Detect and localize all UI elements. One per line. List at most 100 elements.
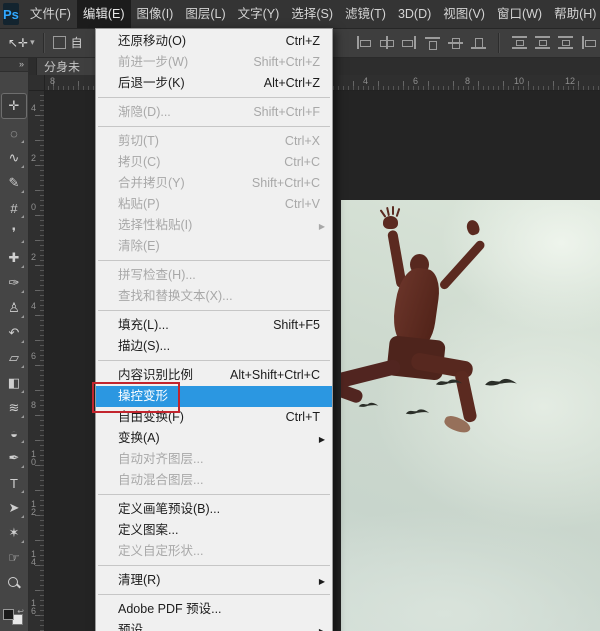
align-top-edges-icon[interactable] — [425, 36, 440, 49]
menu-item-fill[interactable]: 填充(L)...Shift+F5 — [96, 315, 332, 336]
ruler-number: 4 — [29, 302, 38, 310]
menu-item-auto-blend-layers[interactable]: 自动混合图层... — [96, 470, 332, 491]
person-silhouette — [396, 208, 401, 217]
ruler-number: 2 — [29, 253, 38, 261]
color-swatches[interactable]: ↩ — [3, 609, 23, 625]
menu-item-paste-special[interactable]: 选择性粘贴(I)▶ — [96, 215, 332, 236]
menubar-item-image[interactable]: 图像(I) — [131, 0, 180, 28]
photoshop-logo: Ps — [3, 3, 19, 25]
type-tool[interactable]: T — [3, 472, 25, 494]
crop-tool[interactable]: # — [3, 197, 25, 219]
chevron-down-icon[interactable]: ▾ — [30, 37, 35, 48]
history-brush-tool-icon: ↶ — [9, 325, 20, 341]
bird-silhouette — [484, 375, 518, 390]
history-brush-tool[interactable]: ↶ — [3, 322, 25, 344]
ruler-number: 10 — [514, 76, 524, 86]
menubar-item-view[interactable]: 视图(V) — [437, 0, 491, 28]
marquee-tool[interactable]: ◌ — [3, 122, 25, 144]
menu-item-find-replace-text[interactable]: 查找和替换文本(X)... — [96, 286, 332, 307]
healing-brush-tool[interactable]: ✚ — [3, 247, 25, 269]
align-bottom-edges-icon[interactable] — [471, 36, 486, 49]
ruler-number: 12 — [565, 76, 575, 86]
submenu-arrow-icon: ▶ — [319, 216, 325, 237]
dodge-tool-icon: ◒ — [10, 426, 18, 441]
auto-select-checkbox[interactable] — [53, 36, 66, 49]
menubar-item-select[interactable]: 选择(S) — [285, 0, 339, 28]
zoom-tool-icon — [8, 577, 20, 589]
ruler-number: 6 — [29, 352, 38, 360]
move-tool[interactable]: ✛ — [1, 93, 27, 119]
menu-item-cut[interactable]: 剪切(T)Ctrl+X — [96, 131, 332, 152]
menu-item-copy-merged[interactable]: 合并拷贝(Y)Shift+Ctrl+C — [96, 173, 332, 194]
menu-item-define-brush-preset[interactable]: 定义画笔预设(B)... — [96, 499, 332, 520]
distribute-top-edges-icon[interactable] — [512, 36, 527, 49]
ruler-number: 8 — [29, 401, 38, 409]
tools-panel: » ✛ ◌ ∿ ✎ # ❜ ✚ ✑ ♙ ↶ ▱ ◧ ≋ ◒ ✒ T ➤ ✶ ☞ … — [0, 57, 29, 631]
move-tool-icon[interactable]: ↖✛ — [8, 36, 28, 50]
menubar-item-type[interactable]: 文字(Y) — [232, 0, 286, 28]
menu-item-define-custom-shape[interactable]: 定义自定形状... — [96, 541, 332, 562]
blur-tool[interactable]: ≋ — [3, 397, 25, 419]
menu-item-define-pattern[interactable]: 定义图案... — [96, 520, 332, 541]
distribute-vertical-centers-icon[interactable] — [535, 36, 550, 49]
ruler-number: 16 — [29, 599, 38, 615]
menu-item-stroke[interactable]: 描边(S)... — [96, 336, 332, 357]
path-selection-tool[interactable]: ➤ — [3, 497, 25, 519]
gradient-tool[interactable]: ◧ — [3, 372, 25, 394]
menu-item-auto-align-layers[interactable]: 自动对齐图层... — [96, 449, 332, 470]
path-selection-tool-icon: ➤ — [9, 500, 20, 516]
menu-item-clear[interactable]: 清除(E) — [96, 236, 332, 257]
photo-layer[interactable] — [341, 200, 600, 631]
tools-collapse-button[interactable]: » — [0, 57, 28, 72]
quick-selection-tool-icon: ✎ — [9, 175, 20, 191]
person-silhouette — [380, 209, 387, 218]
hand-tool[interactable]: ☞ — [3, 547, 25, 569]
zoom-tool[interactable] — [3, 572, 25, 594]
lasso-tool[interactable]: ∿ — [3, 147, 25, 169]
align-right-edges-icon[interactable] — [402, 36, 417, 49]
align-left-edges-icon[interactable] — [356, 36, 371, 49]
menubar-item-edit[interactable]: 编辑(E) — [77, 0, 131, 28]
pen-tool[interactable]: ✒ — [3, 447, 25, 469]
menubar-item-3d[interactable]: 3D(D) — [392, 0, 437, 28]
edit-menu-dropdown: 还原移动(O)Ctrl+Z 前进一步(W)Shift+Ctrl+Z 后退一步(K… — [95, 28, 333, 631]
shape-tool[interactable]: ✶ — [3, 522, 25, 544]
menubar-item-filter[interactable]: 滤镜(T) — [339, 0, 392, 28]
menu-item-step-backward[interactable]: 后退一步(K)Alt+Ctrl+Z — [96, 73, 332, 94]
swap-colors-icon[interactable]: ↩ — [17, 607, 24, 616]
distribute-bottom-edges-icon[interactable] — [558, 36, 573, 49]
menu-separator — [96, 357, 332, 365]
vertical-ruler[interactable]: 4 2 0 2 4 6 8 10 12 14 16 — [28, 90, 45, 631]
brush-tool[interactable]: ✑ — [3, 272, 25, 294]
quick-selection-tool[interactable]: ✎ — [3, 172, 25, 194]
menu-item-presets[interactable]: 预设▶ — [96, 620, 332, 631]
gradient-tool-icon: ◧ — [8, 375, 20, 391]
menu-item-undo-move[interactable]: 还原移动(O)Ctrl+Z — [96, 31, 332, 52]
menu-item-adobe-pdf-presets[interactable]: Adobe PDF 预设... — [96, 599, 332, 620]
foreground-color-swatch[interactable] — [3, 609, 14, 620]
menubar-item-layer[interactable]: 图层(L) — [179, 0, 231, 28]
clone-stamp-tool[interactable]: ♙ — [3, 297, 25, 319]
align-vertical-centers-icon[interactable] — [448, 36, 463, 49]
person-silhouette — [386, 207, 390, 216]
menu-item-transform[interactable]: 变换(A)▶ — [96, 428, 332, 449]
distribute-left-edges-icon[interactable] — [581, 36, 596, 49]
bird-silhouette — [435, 376, 463, 389]
annotation-highlight-box — [92, 382, 180, 413]
eyedropper-tool[interactable]: ❜ — [3, 222, 25, 244]
menu-item-step-forward[interactable]: 前进一步(W)Shift+Ctrl+Z — [96, 52, 332, 73]
menubar-item-help[interactable]: 帮助(H) — [548, 0, 600, 28]
menubar-item-file[interactable]: 文件(F) — [24, 0, 77, 28]
menu-item-check-spelling[interactable]: 拼写检查(H)... — [96, 265, 332, 286]
menubar-item-window[interactable]: 窗口(W) — [491, 0, 548, 28]
eraser-tool[interactable]: ▱ — [3, 347, 25, 369]
align-horizontal-centers-icon[interactable] — [379, 36, 394, 49]
menu-item-fade[interactable]: 渐隐(D)...Shift+Ctrl+F — [96, 102, 332, 123]
menu-item-copy[interactable]: 拷贝(C)Ctrl+C — [96, 152, 332, 173]
submenu-arrow-icon: ▶ — [319, 621, 325, 631]
hand-tool-icon: ☞ — [8, 550, 20, 566]
menu-item-paste[interactable]: 粘贴(P)Ctrl+V — [96, 194, 332, 215]
dodge-tool[interactable]: ◒ — [3, 422, 25, 444]
menu-item-purge[interactable]: 清理(R)▶ — [96, 570, 332, 591]
blur-tool-icon: ≋ — [9, 400, 20, 416]
